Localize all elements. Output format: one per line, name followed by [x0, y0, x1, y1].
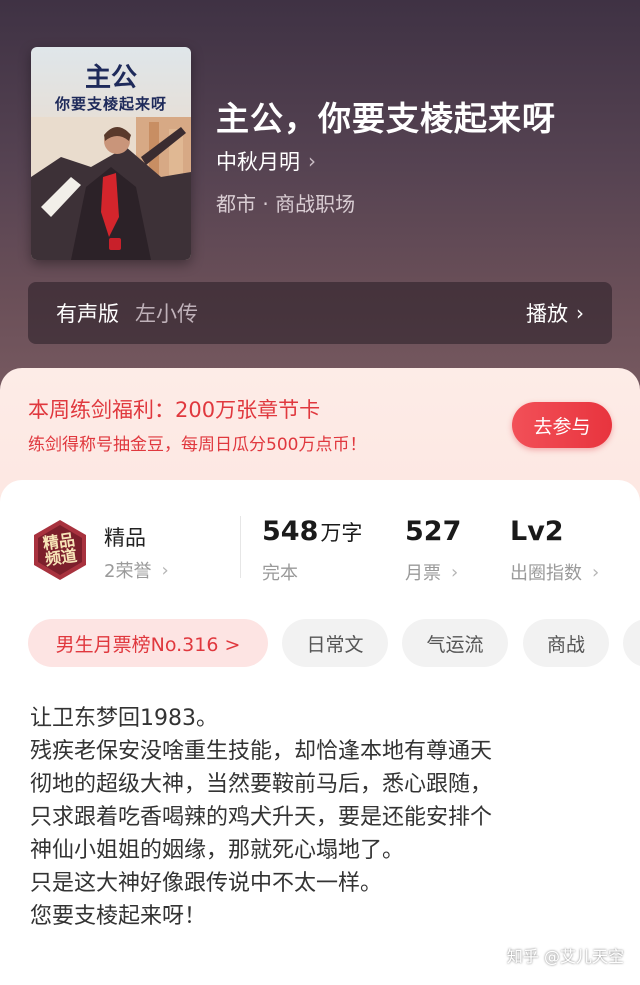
promo-subtitle: 练剑得称号抽金豆，每周日瓜分500万点币！ [28, 435, 367, 455]
completion-status: 完本 [262, 559, 298, 585]
promo-title: 本周练剑福利：200万张章节卡 [28, 398, 321, 422]
tag-item[interactable]: 商战 [523, 619, 609, 667]
book-header: 主公 你要支棱起来呀 主公，你要支棱起来呀 中秋月明 › 都市 · 商战职场 有… [0, 0, 640, 420]
book-title: 主公，你要支棱起来呀 [216, 99, 556, 138]
cover-title-main: 主公 [84, 63, 137, 93]
popularity-index-label: 出圈指数 [510, 563, 582, 584]
stats-divider [240, 516, 241, 578]
audio-label: 有声版 [56, 302, 119, 326]
book-description: 让卫东梦回1983。 残疾老保安没啥重生技能，却恰逢本地有尊通天 彻地的超级大神… [30, 702, 610, 933]
description-line: 神仙小姐姐的姻缘，那就死心塌地了。 [30, 838, 405, 863]
chevron-right-icon: › [308, 149, 316, 173]
monthly-ticket-link[interactable]: 月票 › [405, 559, 458, 585]
honors-label: 2荣誉 [104, 561, 152, 582]
description-line: 您要支棱起来呀！ [30, 904, 207, 929]
badge-text: 精品 频道 [41, 529, 79, 570]
publisher-seal [109, 238, 121, 250]
description-line: 只求跟着吃香喝辣的鸡犬升天，要是还能安排个 [30, 805, 493, 830]
badge-name: 精品 [104, 526, 146, 550]
play-button[interactable]: 播放 › [526, 298, 584, 328]
audio-version-bar[interactable]: 有声版 左小传 播放 › [28, 282, 612, 344]
tag-ranking[interactable]: 男生月票榜No.316 > [28, 619, 268, 667]
author-link[interactable]: 中秋月明 › [216, 146, 316, 176]
audio-narrator: 左小传 [135, 302, 198, 326]
tag-item-overflow[interactable] [623, 619, 640, 667]
completion-label: 完本 [262, 563, 298, 584]
popularity-index-link[interactable]: 出圈指数 › [510, 559, 599, 585]
book-genre: 都市 · 商战职场 [216, 192, 356, 216]
popularity-level-value: Lv2 [510, 516, 564, 547]
book-cover[interactable]: 主公 你要支棱起来呀 [31, 47, 191, 260]
cover-title-sub: 你要支棱起来呀 [54, 95, 167, 113]
tag-list: 男生月票榜No.316 > 日常文 气运流 商战 [28, 619, 640, 669]
monthly-ticket-value: 527 [405, 516, 462, 547]
join-button[interactable]: 去参与 [512, 402, 612, 448]
chevron-right-icon: › [576, 301, 584, 325]
book-details: 精品 频道 精品 2荣誉 › 548万字 完本 527 月票 › Lv2 出圈指… [0, 480, 640, 985]
play-label: 播放 [526, 302, 568, 326]
monthly-ticket-label: 月票 [405, 563, 441, 584]
description-line: 让卫东梦回1983。 [30, 706, 218, 731]
author-name: 中秋月明 [216, 150, 300, 174]
description-line: 残疾老保安没啥重生技能，却恰逢本地有尊通天 [30, 739, 493, 764]
premium-channel-badge-icon[interactable]: 精品 频道 [28, 518, 92, 582]
description-line: 只是这大神好像跟传说中不太一样。 [30, 871, 383, 896]
chevron-right-icon: › [592, 561, 600, 583]
word-count-number: 548 [262, 516, 319, 547]
tag-item[interactable]: 日常文 [282, 619, 388, 667]
honors-link[interactable]: 2荣誉 › [104, 557, 169, 583]
word-count-value: 548万字 [262, 516, 362, 547]
watermark: 知乎 @艾儿天空 [506, 947, 624, 966]
chevron-right-icon: › [161, 559, 169, 581]
tag-item[interactable]: 气运流 [402, 619, 508, 667]
chevron-right-icon: › [451, 561, 459, 583]
word-count-unit: 万字 [320, 521, 363, 545]
description-line: 彻地的超级大神，当然要鞍前马后，悉心跟随， [30, 772, 493, 797]
